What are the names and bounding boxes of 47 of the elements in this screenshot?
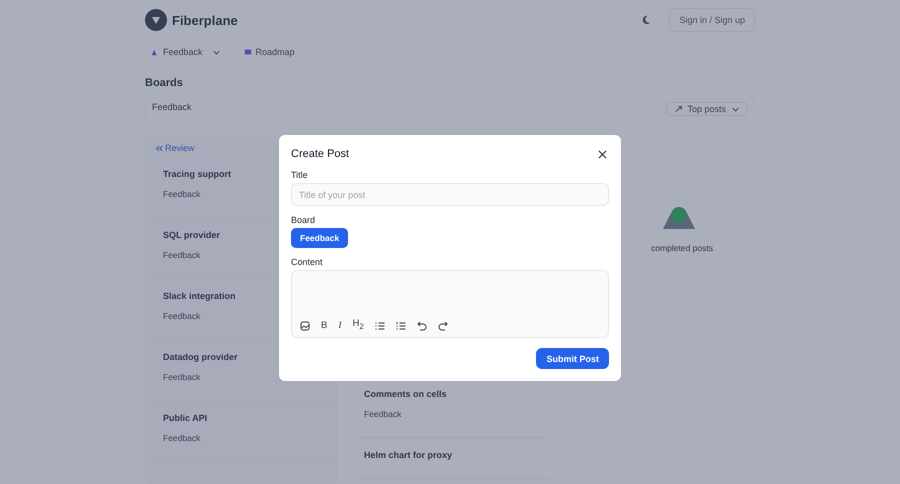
boards-heading: Boards [145,77,184,89]
post-board: Feedback [163,189,200,199]
undo-icon[interactable] [416,320,427,331]
dialog-title: Create Post [291,148,350,160]
submit-post-button[interactable]: Submit Post [536,348,609,369]
sort-select[interactable]: Top posts [666,102,748,116]
italic-button[interactable]: I [338,320,342,331]
list-icon[interactable] [396,320,406,331]
close-icon[interactable] [598,150,607,158]
triangle-icon [151,48,159,56]
format-button[interactable]: B [321,320,328,331]
post-title[interactable]: Public API [163,413,208,423]
post-board: Feedback [163,372,200,382]
format-button[interactable]: H$_{2}$ [352,319,364,332]
post-title[interactable]: Datadog provider [163,352,238,362]
post-board: Feedback [163,433,200,443]
post-title[interactable]: Comments on cells [364,389,447,399]
post-title[interactable]: Slack integration [163,291,236,301]
bullet-list-icon[interactable] [374,320,385,331]
caret-icon [212,50,220,54]
image-icon[interactable] [300,320,310,331]
trend-icon [675,105,684,113]
nav-dropdown[interactable]: Feedback [151,47,220,57]
board-icon [244,48,252,56]
sign-in-button[interactable]: Sign in / Sign up [669,8,755,32]
empty-text: completed posts [651,243,713,253]
redo-icon[interactable] [438,320,448,331]
field-label: Title [291,170,309,180]
logo-icon [145,9,167,31]
column-heading: Review [165,143,195,153]
post-title[interactable]: Helm chart for proxy [364,450,452,460]
moon-icon[interactable] [641,15,652,25]
content-editor[interactable]: B I H$_{2}$ [291,270,609,338]
board-chip[interactable]: Feedback [291,228,348,248]
board-select[interactable]: Feedback [152,102,192,116]
brand-name: Fiberplane [172,12,238,28]
post-title[interactable]: Tracing support [163,169,232,179]
title-input[interactable]: Title of your post [291,183,609,206]
post-board: Feedback [163,250,200,260]
post-board: Feedback [364,409,402,419]
field-label: Board [291,215,316,225]
post-title[interactable]: SQL provider [163,230,220,240]
field-label: Content [291,257,324,267]
caret-icon [732,106,739,112]
nav-link[interactable]: Roadmap [244,47,295,57]
chevrons-icon [155,144,163,152]
post-board: Feedback [163,311,200,321]
